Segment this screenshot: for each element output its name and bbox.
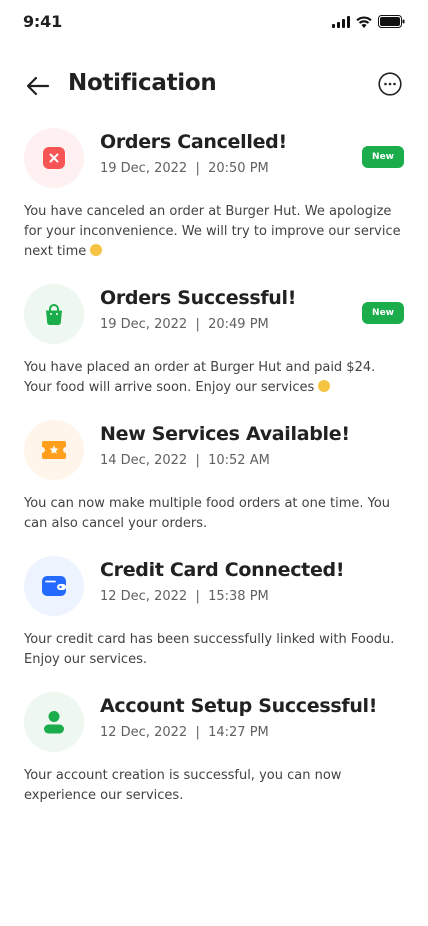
notification-title: Credit Card Connected! — [100, 559, 345, 581]
notification-body: Your credit card has been successfully l… — [24, 632, 395, 667]
notification-date: 12 Dec, 2022 — [100, 725, 188, 740]
ticket-star-icon — [42, 441, 66, 459]
notification-item[interactable]: Orders Cancelled! 19 Dec, 2022 | 20:50 P… — [24, 128, 404, 262]
notification-item[interactable]: New Services Available! 14 Dec, 2022 | 1… — [24, 420, 404, 534]
sad-face-emoji-icon — [90, 244, 103, 256]
battery-icon — [378, 15, 405, 28]
notification-timestamp: 14 Dec, 2022 | 10:52 AM — [100, 453, 270, 468]
notification-date: 19 Dec, 2022 — [100, 161, 188, 176]
notification-time: 14:27 PM — [208, 725, 269, 740]
notification-body: You have canceled an order at Burger Hut… — [24, 204, 401, 259]
notification-date: 14 Dec, 2022 — [100, 453, 188, 468]
notification-title: Orders Successful! — [100, 287, 297, 309]
notification-timestamp: 12 Dec, 2022 | 14:27 PM — [100, 725, 269, 740]
notification-date: 12 Dec, 2022 — [100, 589, 188, 604]
cancel-icon — [43, 147, 65, 169]
notification-list: Orders Cancelled! 19 Dec, 2022 | 20:50 P… — [0, 128, 428, 806]
shopping-bag-icon-circle — [24, 284, 84, 344]
notification-title: Orders Cancelled! — [100, 131, 287, 153]
back-arrow-icon[interactable] — [24, 72, 52, 100]
status-bar: 9:41 — [0, 0, 428, 44]
more-options-icon[interactable] — [378, 72, 402, 96]
page-title: Notification — [68, 70, 217, 96]
notification-timestamp: 19 Dec, 2022 | 20:50 PM — [100, 161, 269, 176]
notification-body: You can now make multiple food orders at… — [24, 496, 391, 531]
notification-body: Your account creation is successful, you… — [24, 768, 342, 803]
header: Notification — [0, 44, 428, 128]
notification-title: New Services Available! — [100, 423, 350, 445]
cancel-icon-circle — [24, 128, 84, 188]
wifi-icon — [356, 15, 372, 28]
notification-timestamp: 12 Dec, 2022 | 15:38 PM — [100, 589, 269, 604]
shopping-bag-icon — [46, 304, 62, 325]
notification-time: 10:52 AM — [208, 453, 270, 468]
notification-timestamp: 19 Dec, 2022 | 20:49 PM — [100, 317, 269, 332]
notification-time: 20:49 PM — [208, 317, 269, 332]
status-time: 9:41 — [23, 12, 62, 31]
user-icon-circle — [24, 692, 84, 752]
new-badge: New — [362, 302, 404, 324]
new-badge: New — [362, 146, 404, 168]
wallet-icon — [42, 576, 66, 596]
smile-emoji-icon — [318, 380, 331, 392]
notification-time: 15:38 PM — [208, 589, 269, 604]
notification-title: Account Setup Successful! — [100, 695, 378, 717]
ticket-star-icon-circle — [24, 420, 84, 480]
notification-time: 20:50 PM — [208, 161, 269, 176]
notification-item[interactable]: Orders Successful! 19 Dec, 2022 | 20:49 … — [24, 284, 404, 398]
wallet-icon-circle — [24, 556, 84, 616]
notification-item[interactable]: Account Setup Successful! 12 Dec, 2022 |… — [24, 692, 404, 806]
status-icons — [332, 15, 405, 28]
user-icon — [44, 711, 64, 734]
notification-date: 19 Dec, 2022 — [100, 317, 188, 332]
notification-item[interactable]: Credit Card Connected! 12 Dec, 2022 | 15… — [24, 556, 404, 670]
signal-icon — [332, 15, 350, 28]
